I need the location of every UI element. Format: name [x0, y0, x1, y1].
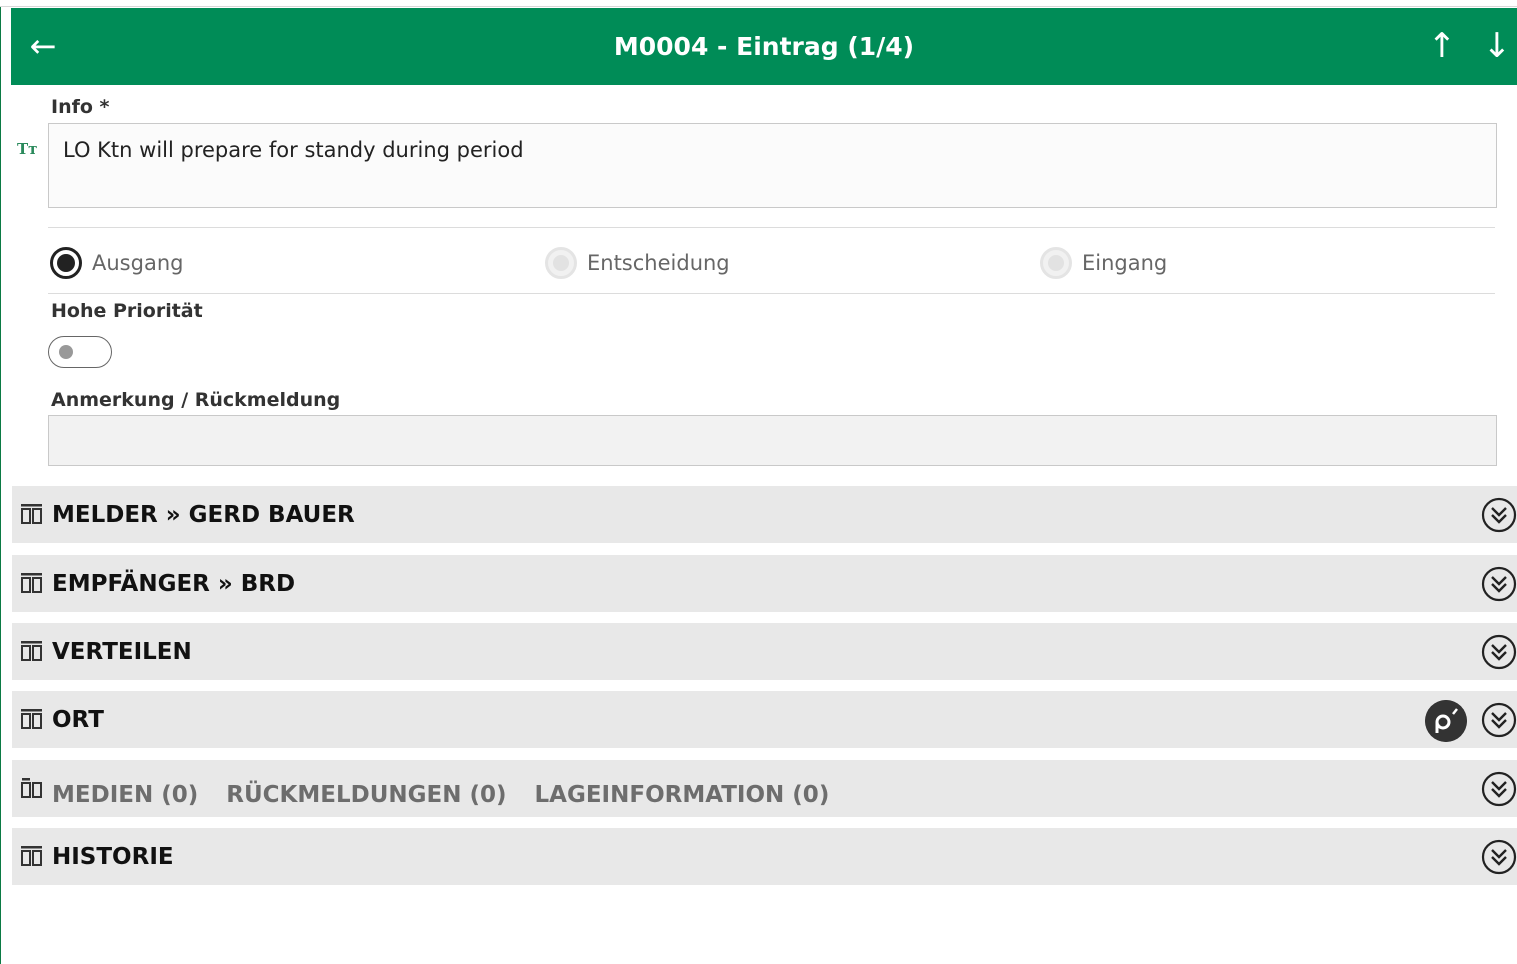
info-field-value: LO Ktn will prepare for standy during pe…	[63, 138, 524, 162]
toggle-knob	[59, 345, 73, 359]
radio-eingang[interactable]: Eingang	[1040, 247, 1167, 279]
section-title: MELDER » GERD BAUER	[52, 502, 355, 528]
radio-label: Entscheidung	[587, 251, 730, 275]
app-header: ← M0004 - Eintrag (1/4) ↑ ↓	[11, 8, 1517, 85]
chevron-double-down-icon[interactable]	[1481, 771, 1517, 807]
columns-icon	[21, 778, 42, 798]
chevron-double-down-icon[interactable]	[1481, 497, 1517, 533]
section-verteilen[interactable]: VERTEILEN	[12, 623, 1517, 680]
tab-lageinformation[interactable]: LAGEINFORMATION (0)	[535, 782, 830, 808]
next-entry-arrow-icon[interactable]: ↓	[1477, 26, 1517, 66]
chevron-double-down-icon[interactable]	[1481, 702, 1517, 738]
section-attachments[interactable]: MEDIEN (0) RÜCKMELDUNGEN (0) LAGEINFORMA…	[12, 760, 1517, 817]
page-title: M0004 - Eintrag (1/4)	[613, 32, 915, 61]
top-border	[0, 0, 1517, 7]
remark-field[interactable]	[48, 415, 1497, 466]
radio-disabled-icon	[545, 247, 577, 279]
info-field[interactable]: LO Ktn will prepare for standy during pe…	[48, 123, 1497, 208]
remark-label: Anmerkung / Rückmeldung	[51, 389, 341, 411]
radio-ausgang[interactable]: Ausgang	[50, 247, 183, 279]
section-title: HISTORIE	[52, 844, 174, 870]
radio-checked-icon	[50, 247, 82, 279]
priority-label: Hohe Priorität	[51, 300, 203, 322]
chevron-double-down-icon[interactable]	[1481, 566, 1517, 602]
columns-icon	[21, 846, 42, 866]
columns-icon	[21, 709, 42, 729]
previous-entry-arrow-icon[interactable]: ↑	[1422, 26, 1462, 66]
info-label: Info *	[51, 96, 110, 118]
direction-radio-group: Ausgang Entscheidung Eingang	[48, 227, 1495, 294]
section-ort[interactable]: ORT	[12, 691, 1517, 748]
priority-toggle[interactable]	[48, 336, 112, 368]
section-title: ORT	[52, 707, 104, 733]
columns-icon	[21, 573, 42, 593]
radio-label: Eingang	[1082, 251, 1168, 275]
radio-entscheidung[interactable]: Entscheidung	[545, 247, 730, 279]
text-format-icon[interactable]: Tт	[17, 140, 37, 158]
columns-icon	[21, 504, 42, 524]
section-melder[interactable]: MELDER » GERD BAUER	[12, 486, 1517, 543]
chevron-double-down-icon[interactable]	[1481, 634, 1517, 670]
columns-icon	[21, 641, 42, 661]
section-historie[interactable]: HISTORIE	[12, 828, 1517, 885]
section-title: VERTEILEN	[52, 639, 192, 665]
radio-disabled-icon	[1040, 247, 1072, 279]
chevron-double-down-icon[interactable]	[1481, 839, 1517, 875]
tab-medien[interactable]: MEDIEN (0)	[52, 782, 198, 808]
tab-rueckmeldungen[interactable]: RÜCKMELDUNGEN (0)	[226, 782, 506, 808]
section-title: EMPFÄNGER » BRD	[52, 571, 296, 597]
section-tabs: MEDIEN (0) RÜCKMELDUNGEN (0) LAGEINFORMA…	[52, 782, 849, 808]
map-pin-icon[interactable]	[1425, 700, 1467, 742]
radio-label: Ausgang	[92, 251, 184, 275]
section-empfaenger[interactable]: EMPFÄNGER » BRD	[12, 555, 1517, 612]
